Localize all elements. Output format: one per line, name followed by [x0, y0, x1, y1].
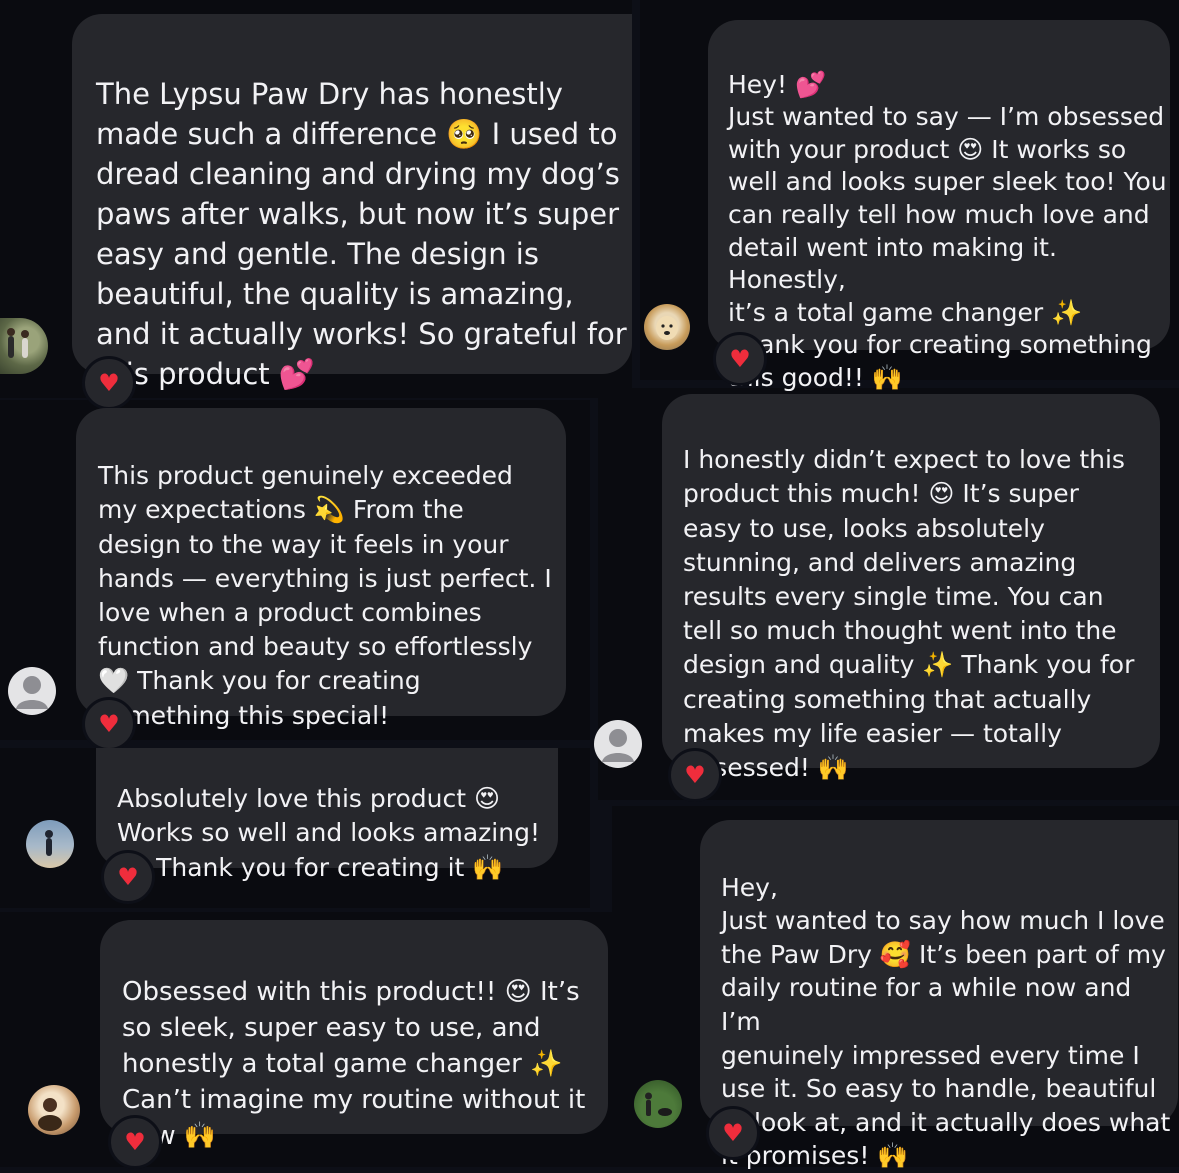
- heart-icon: ♥: [729, 345, 751, 373]
- default-avatar[interactable]: [594, 720, 642, 768]
- message-bubble[interactable]: Obsessed with this product!! 😍 It’s so s…: [100, 920, 608, 1151]
- heart-icon: ♥: [124, 1128, 146, 1156]
- message-text: Obsessed with this product!! 😍 It’s so s…: [122, 977, 586, 1151]
- message-text: I honestly didn’t expect to love this pr…: [683, 445, 1135, 783]
- heart-reaction[interactable]: ♥: [108, 1115, 162, 1169]
- message-text: Hey! 💕 Just wanted to say — I’m obsessed…: [728, 69, 1167, 392]
- heart-icon: ♥: [722, 1119, 744, 1147]
- heart-reaction[interactable]: ♥: [713, 332, 767, 386]
- heart-reaction[interactable]: ♥: [101, 850, 155, 904]
- message-bubble[interactable]: The Lypsu Paw Dry has honestly made such…: [72, 14, 632, 391]
- avatar[interactable]: [644, 304, 690, 350]
- message-bubble[interactable]: Hey, Just wanted to say how much I love …: [700, 820, 1178, 1170]
- avatar[interactable]: [634, 1080, 682, 1128]
- heart-reaction[interactable]: ♥: [82, 356, 136, 410]
- heart-icon: ♥: [684, 761, 706, 789]
- person-silhouette-icon: [602, 729, 634, 762]
- avatar[interactable]: [26, 820, 74, 868]
- person-silhouette-icon: [16, 676, 48, 709]
- heart-reaction[interactable]: ♥: [668, 748, 722, 802]
- heart-reaction[interactable]: ♥: [82, 697, 136, 751]
- message-text: Absolutely love this product 😍 Works so …: [117, 784, 540, 882]
- message-text: The Lypsu Paw Dry has honestly made such…: [96, 77, 627, 391]
- message-bubble[interactable]: This product genuinely exceeded my expec…: [76, 408, 566, 730]
- heart-icon: ♥: [98, 710, 120, 738]
- sunset-person-icon: [38, 1098, 62, 1131]
- default-avatar[interactable]: [8, 667, 56, 715]
- heart-icon: ♥: [98, 369, 120, 397]
- message-text: Hey, Just wanted to say how much I love …: [721, 872, 1171, 1171]
- message-text: This product genuinely exceeded my expec…: [98, 461, 552, 730]
- message-bubble[interactable]: Hey! 💕 Just wanted to say — I’m obsessed…: [708, 20, 1170, 392]
- golden-retriever-icon: [656, 316, 678, 340]
- park-dog-icon: [645, 1092, 672, 1116]
- message-bubble[interactable]: Absolutely love this product 😍 Works so …: [96, 748, 558, 882]
- heart-reaction[interactable]: ♥: [706, 1106, 760, 1160]
- beach-person-icon: [45, 830, 53, 856]
- avatar[interactable]: [28, 1085, 80, 1135]
- message-bubble[interactable]: I honestly didn’t expect to love this pr…: [662, 394, 1160, 782]
- heart-icon: ♥: [117, 863, 139, 891]
